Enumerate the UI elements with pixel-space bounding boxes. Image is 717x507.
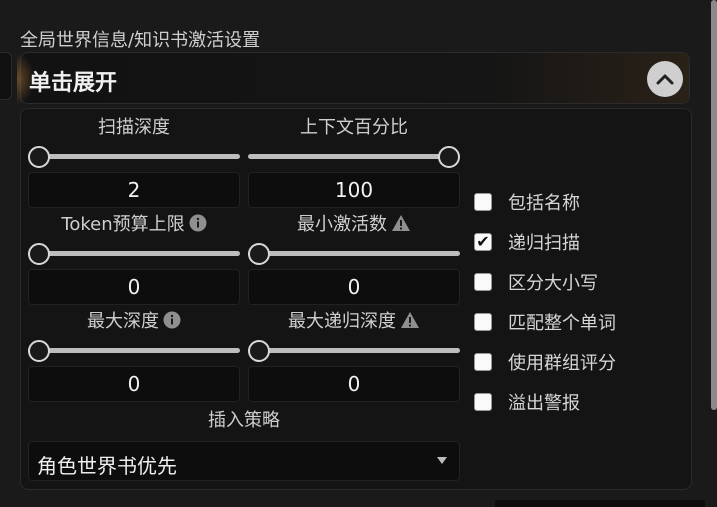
- checkbox-label: 使用群组评分: [508, 353, 616, 374]
- slider-handle[interactable]: [248, 243, 270, 265]
- drawer-header[interactable]: 单击展开: [17, 52, 690, 105]
- checkbox-row[interactable]: ✔ 递归扫描: [474, 222, 616, 262]
- slider-bar: [28, 251, 240, 256]
- bottom-strip: [495, 500, 705, 507]
- drawer-title: 单击展开: [29, 71, 118, 96]
- warning-icon[interactable]: [391, 214, 411, 239]
- side-panel-tab[interactable]: [0, 52, 12, 100]
- checkbox-label: 包括名称: [508, 193, 580, 214]
- checkbox-row[interactable]: 匹配整个单词: [474, 302, 616, 342]
- checkbox-row[interactable]: 区分大小写: [474, 262, 616, 302]
- slider-max-recursion-depth: 最大递归深度 0: [248, 310, 460, 402]
- checkbox[interactable]: [474, 273, 492, 291]
- slider-value-input[interactable]: 0: [28, 366, 240, 402]
- slider-handle[interactable]: [28, 243, 50, 265]
- slider-handle[interactable]: [28, 146, 50, 168]
- warning-icon[interactable]: [400, 311, 420, 336]
- slider-label: 扫描深度: [98, 117, 170, 138]
- slider-bar: [248, 154, 460, 159]
- slider-handle[interactable]: [248, 340, 270, 362]
- slider-value-input[interactable]: 0: [28, 269, 240, 305]
- checkbox[interactable]: [474, 193, 492, 211]
- slider-min-activations: 最小激活数 0: [248, 213, 460, 305]
- slider-label: 最大深度: [28, 310, 240, 334]
- dropdown-arrow-icon: [437, 457, 447, 464]
- info-icon[interactable]: [163, 311, 181, 336]
- checkbox-label: 溢出警报: [508, 393, 580, 414]
- insertion-strategy-select[interactable]: 角色世界书优先: [28, 441, 460, 481]
- checkbox-label: 区分大小写: [508, 273, 598, 294]
- slider-scan-depth: 扫描深度 2: [28, 116, 240, 208]
- chevron-up-icon: [656, 74, 674, 85]
- info-icon[interactable]: [189, 214, 207, 239]
- slider-bar: [28, 154, 240, 159]
- slider-handle[interactable]: [28, 340, 50, 362]
- checkbox-row[interactable]: 包括名称: [474, 182, 616, 222]
- checkbox[interactable]: ✔: [474, 233, 492, 251]
- slider-bar: [248, 251, 460, 256]
- slider-track[interactable]: [28, 146, 240, 168]
- slider-label: Token预算上限: [28, 213, 240, 237]
- slider-max-depth: 最大深度 0: [28, 310, 240, 402]
- insertion-strategy-value: 角色世界书优先: [37, 454, 177, 478]
- world-info-settings: 全局世界信息/知识书激活设置 单击展开 扫描深度 2 上下文百分比 100 Token预…: [0, 0, 717, 507]
- insertion-strategy-label: 插入策略: [208, 410, 280, 431]
- slider-value-input[interactable]: 0: [248, 366, 460, 402]
- slider-context-percent: 上下文百分比 100: [248, 116, 460, 208]
- slider-bar: [28, 348, 240, 353]
- slider-track[interactable]: [28, 243, 240, 265]
- checkbox-list: 包括名称 ✔ 递归扫描区分大小写匹配整个单词 使用群组评分 溢出警报: [474, 182, 616, 422]
- slider-track[interactable]: [248, 243, 460, 265]
- section-title: 全局世界信息/知识书激活设置: [20, 30, 261, 51]
- slider-value-input[interactable]: 100: [248, 172, 460, 208]
- checkbox[interactable]: [474, 393, 492, 411]
- checkbox[interactable]: [474, 353, 492, 371]
- checkbox[interactable]: [474, 313, 492, 331]
- slider-value-input[interactable]: 0: [248, 269, 460, 305]
- slider-bar: [248, 348, 460, 353]
- slider-token-budget-cap: Token预算上限 0: [28, 213, 240, 305]
- checkbox-row[interactable]: 溢出警报: [474, 382, 616, 422]
- checkbox-label: 匹配整个单词: [508, 313, 616, 334]
- checkbox-label: 递归扫描: [508, 233, 580, 254]
- slider-track[interactable]: [248, 146, 460, 168]
- slider-value-input[interactable]: 2: [28, 172, 240, 208]
- slider-label: 最大递归深度: [248, 310, 460, 334]
- slider-label: 上下文百分比: [300, 117, 408, 138]
- slider-handle[interactable]: [438, 146, 460, 168]
- slider-track[interactable]: [28, 340, 240, 362]
- slider-label: 最小激活数: [248, 213, 460, 237]
- checkbox-row[interactable]: 使用群组评分: [474, 342, 616, 382]
- slider-track[interactable]: [248, 340, 460, 362]
- collapse-button[interactable]: [647, 61, 683, 97]
- page-scrollbar[interactable]: [711, 0, 717, 410]
